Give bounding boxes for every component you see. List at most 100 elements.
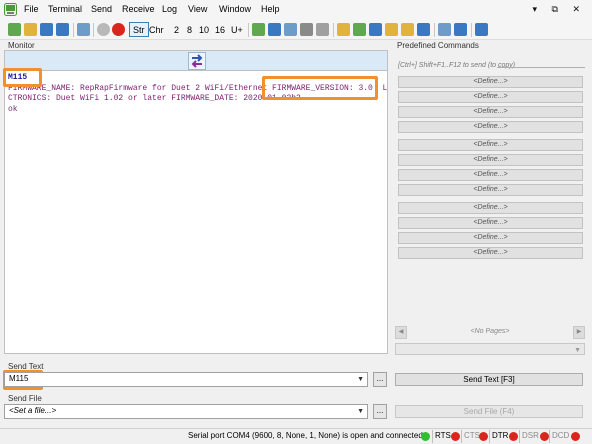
print-icon[interactable] (300, 23, 313, 36)
copy-icon[interactable] (417, 23, 430, 36)
send-text-value: M115 (9, 374, 29, 383)
toolbar-separator (93, 23, 94, 37)
check-icon[interactable] (353, 23, 366, 36)
page-select[interactable]: ▼ (395, 343, 585, 355)
send-file-input[interactable]: <Set a file...> ▼ (4, 404, 368, 419)
radix-2-button[interactable]: 2 (174, 25, 179, 35)
toolbar-separator (73, 23, 74, 37)
terminal-settings-icon[interactable] (77, 23, 90, 36)
dsr-indicator: DSR (519, 430, 541, 443)
radix-8-button[interactable]: 8 (187, 25, 192, 35)
define-command-button[interactable]: <Define...> (398, 139, 583, 151)
unicode-button[interactable]: U+ (231, 25, 243, 35)
send-text-button[interactable]: Send Text [F3] (395, 373, 583, 386)
define-command-button[interactable]: <Define...> (398, 76, 583, 88)
toolbar-separator (471, 23, 472, 37)
radix-10-button[interactable]: 10 (199, 25, 209, 35)
send-text-label: Send Text (8, 362, 44, 371)
app-icon (4, 3, 17, 16)
send-file-placeholder: <Set a file...> (9, 406, 57, 415)
dsr-label: DSR (522, 431, 539, 440)
chevron-down-icon[interactable]: ▼ (357, 376, 364, 383)
radix-16-button[interactable]: 16 (215, 25, 225, 35)
dcd-label: DCD (552, 431, 570, 440)
clear-icon[interactable] (316, 23, 329, 36)
highlight-m115-command (3, 68, 42, 87)
save-all-icon[interactable] (56, 23, 69, 36)
open-icon[interactable] (24, 23, 37, 36)
menu-file[interactable]: File (24, 4, 39, 14)
menu-receive[interactable]: Receive (122, 4, 155, 14)
monitor-layout-icon[interactable] (268, 23, 281, 36)
dtr-indicator[interactable]: DTR (489, 430, 510, 443)
define-command-button[interactable]: <Define...> (398, 91, 583, 103)
highlight-firmware-version (262, 76, 378, 100)
save-icon[interactable] (40, 23, 53, 36)
send-file-label: Send File (8, 394, 42, 403)
menu-terminal[interactable]: Terminal (48, 4, 82, 14)
send-text-input[interactable]: M115 ▼ (4, 372, 368, 387)
toolbar-separator (333, 23, 334, 37)
menu-send[interactable]: Send (91, 4, 112, 14)
menu-bar: File Terminal Send Receive Log View Wind… (0, 0, 592, 20)
dtr-label: DTR (492, 431, 509, 440)
define-command-button[interactable]: <Define...> (398, 217, 583, 229)
menu-view[interactable]: View (188, 4, 207, 14)
define-command-button[interactable]: <Define...> (398, 106, 583, 118)
next-page-button[interactable]: ▶ (573, 326, 585, 339)
folder-icon[interactable] (385, 23, 398, 36)
prev-page-button[interactable]: ◀ (395, 326, 407, 339)
menu-window[interactable]: Window (219, 4, 251, 14)
define-command-button[interactable]: <Define...> (398, 121, 583, 133)
split-view-icon[interactable] (284, 23, 297, 36)
toolbar-separator (248, 23, 249, 37)
define-command-button[interactable]: <Define...> (398, 247, 583, 259)
monitor-line: ok (8, 104, 18, 114)
menu-log[interactable]: Log (162, 4, 177, 14)
rts-led-icon (451, 432, 460, 441)
define-command-button[interactable]: <Define...> (398, 202, 583, 214)
disconnect-icon[interactable] (112, 23, 125, 36)
define-command-button[interactable]: <Define...> (398, 169, 583, 181)
dtr-led-icon (509, 432, 518, 441)
rts-indicator[interactable]: RTS (432, 430, 453, 443)
define-command-button[interactable]: <Define...> (398, 232, 583, 244)
menu-help[interactable]: Help (261, 4, 280, 14)
monitor-header (4, 50, 388, 71)
find-icon[interactable] (369, 23, 382, 36)
define-command-button[interactable]: <Define...> (398, 154, 583, 166)
chevron-down-icon[interactable]: ▼ (357, 408, 364, 415)
search-icon[interactable] (401, 23, 414, 36)
cts-label: CTS (464, 431, 480, 440)
string-mode-button[interactable]: Str (129, 22, 149, 37)
chevron-down-icon: ▼ (574, 347, 581, 354)
window-icon[interactable] (454, 23, 467, 36)
edit-icon[interactable] (337, 23, 350, 36)
connection-led-icon (421, 432, 430, 441)
monitor-label: Monitor (8, 41, 35, 50)
connect-icon[interactable] (97, 23, 110, 36)
define-command-button[interactable]: <Define...> (398, 184, 583, 196)
divider (497, 67, 585, 68)
dcd-indicator: DCD (549, 430, 571, 443)
send-file-browse-button[interactable]: ... (373, 404, 387, 419)
swap-direction-button[interactable] (188, 52, 206, 70)
cts-led-icon (479, 432, 488, 441)
toolbar: Str Chr 2 8 10 16 U+ (0, 20, 592, 40)
font-icon[interactable] (475, 23, 488, 36)
format-icon[interactable] (252, 23, 265, 36)
toolbar-separator (434, 23, 435, 37)
dcd-led-icon (571, 432, 580, 441)
window-controls[interactable]: ▾ ⧉ ✕ (533, 4, 587, 15)
send-file-button[interactable]: Send File (F4) (395, 405, 583, 418)
send-text-browse-button[interactable]: ... (373, 372, 387, 387)
char-mode-button[interactable]: Chr (149, 25, 164, 35)
new-terminal-icon[interactable] (8, 23, 21, 36)
chat-icon[interactable] (438, 23, 451, 36)
dsr-led-icon (540, 432, 549, 441)
pages-bar: <No Pages> ◀ ▶ (395, 326, 585, 339)
monitor-output[interactable]: M115 FIRMWARE_NAME: RepRapFirmware for Du… (4, 71, 388, 354)
no-pages-label: <No Pages> (470, 328, 510, 335)
status-bar: Serial port COM4 (9600, 8, None, 1, None… (0, 428, 592, 444)
swap-arrows-icon (191, 54, 203, 68)
